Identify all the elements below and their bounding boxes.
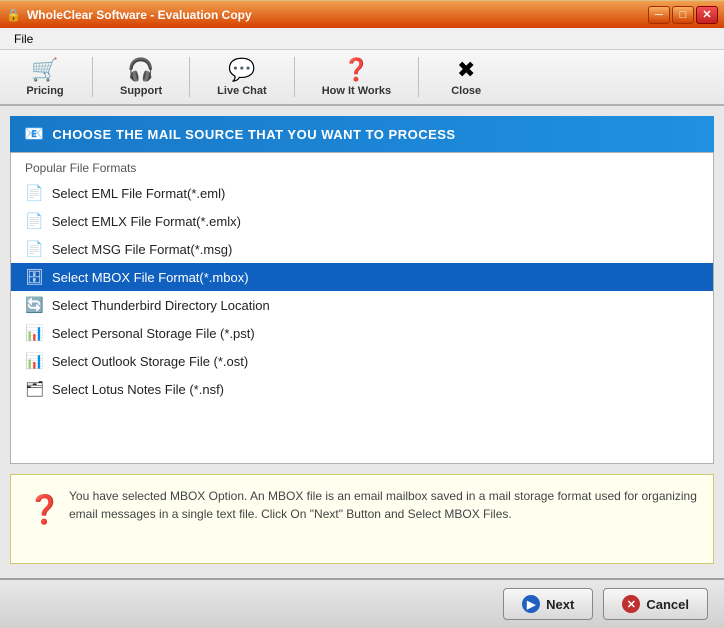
pricing-icon: 🛒 [31,57,58,83]
minimize-button[interactable]: ─ [648,6,670,24]
close-icon: ✖ [457,57,475,83]
file-item-nsf[interactable]: 🗂 Select Lotus Notes File (*.nsf) [11,375,713,403]
ost-label: Select Outlook Storage File (*.ost) [52,354,249,369]
section-header: 📧 CHOOSE THE MAIL SOURCE THAT YOU WANT T… [10,116,714,152]
thunderbird-label: Select Thunderbird Directory Location [52,298,270,313]
msg-label: Select MSG File Format(*.msg) [52,242,233,257]
titlebar-close-button[interactable]: ✕ [696,6,718,24]
info-box: ❓ You have selected MBOX Option. An MBOX… [10,474,714,564]
pst-icon: 📊 [25,324,44,342]
ost-icon: 📊 [25,352,44,370]
menu-bar: File [0,28,724,50]
file-item-mbox[interactable]: 🗄 Select MBOX File Format(*.mbox) [11,263,713,291]
pst-label: Select Personal Storage File (*.pst) [52,326,255,341]
nsf-icon: 🗂 [25,380,44,398]
file-item-thunderbird[interactable]: 🔄 Select Thunderbird Directory Location [11,291,713,319]
title-bar-controls: ─ □ ✕ [648,6,718,24]
toolbar-divider-4 [418,57,419,97]
menu-file[interactable]: File [8,30,39,48]
file-list-panel: Popular File Formats 📄 Select EML File F… [10,152,714,464]
emlx-label: Select EMLX File Format(*.emlx) [52,214,241,229]
thunderbird-icon: 🔄 [25,296,44,314]
file-item-pst[interactable]: 📊 Select Personal Storage File (*.pst) [11,319,713,347]
info-icon: ❓ [27,489,57,531]
next-icon: ▶ [522,595,540,613]
mbox-label: Select MBOX File Format(*.mbox) [52,270,249,285]
livechat-label: Live Chat [217,85,267,97]
eml-label: Select EML File Format(*.eml) [52,186,226,201]
file-item-msg[interactable]: 📄 Select MSG File Format(*.msg) [11,235,713,263]
toolbar-support-button[interactable]: 🎧 Support [105,52,177,102]
next-button[interactable]: ▶ Next [503,588,593,620]
toolbar: 🛒 Pricing 🎧 Support 💬 Live Chat ❓ How It… [0,50,724,106]
file-item-eml[interactable]: 📄 Select EML File Format(*.eml) [11,179,713,207]
title-bar-left: 🔒 WholeClear Software - Evaluation Copy [6,8,252,22]
support-icon: 🎧 [127,57,154,83]
popular-formats-label: Popular File Formats [11,153,713,179]
toolbar-howitworks-button[interactable]: ❓ How It Works [307,52,406,102]
toolbar-close-button[interactable]: ✖ Close [431,52,501,102]
nsf-label: Select Lotus Notes File (*.nsf) [52,382,224,397]
toolbar-pricing-button[interactable]: 🛒 Pricing [10,52,80,102]
toolbar-divider-3 [294,57,295,97]
app-title: WholeClear Software - Evaluation Copy [27,8,252,22]
file-item-emlx[interactable]: 📄 Select EMLX File Format(*.emlx) [11,207,713,235]
pricing-label: Pricing [26,85,63,97]
msg-icon: 📄 [25,240,44,258]
livechat-icon: 💬 [228,57,255,83]
toolbar-divider-2 [189,57,190,97]
app-icon: 🔒 [6,8,21,22]
cancel-button[interactable]: ✕ Cancel [603,588,708,620]
main-content: 📧 CHOOSE THE MAIL SOURCE THAT YOU WANT T… [0,106,724,578]
info-text: You have selected MBOX Option. An MBOX f… [69,487,697,523]
close-label: Close [451,85,481,97]
eml-icon: 📄 [25,184,44,202]
cancel-label: Cancel [646,597,689,612]
mbox-icon: 🗄 [25,268,44,286]
section-header-text: CHOOSE THE MAIL SOURCE THAT YOU WANT TO … [52,127,455,142]
toolbar-divider-1 [92,57,93,97]
support-label: Support [120,85,162,97]
next-label: Next [546,597,574,612]
section-header-icon: 📧 [24,124,44,144]
cancel-icon: ✕ [622,595,640,613]
bottom-bar: ▶ Next ✕ Cancel [0,578,724,628]
howitworks-label: How It Works [322,85,391,97]
toolbar-livechat-button[interactable]: 💬 Live Chat [202,52,282,102]
title-bar: 🔒 WholeClear Software - Evaluation Copy … [0,0,724,28]
emlx-icon: 📄 [25,212,44,230]
file-item-ost[interactable]: 📊 Select Outlook Storage File (*.ost) [11,347,713,375]
maximize-button[interactable]: □ [672,6,694,24]
howitworks-icon: ❓ [343,57,370,83]
